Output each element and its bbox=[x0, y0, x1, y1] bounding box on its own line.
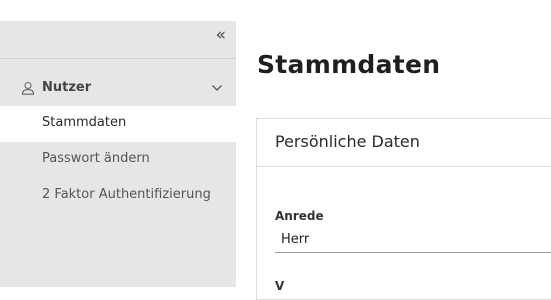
sidebar-divider bbox=[0, 58, 236, 59]
next-field-label: V bbox=[275, 279, 285, 293]
sidebar-group-label: Nutzer bbox=[42, 80, 92, 95]
sidebar-item-2fa[interactable]: 2 Faktor Authentifizierung bbox=[0, 178, 236, 214]
sidebar-item-label: Stammdaten bbox=[42, 115, 127, 130]
page-title: Stammdaten bbox=[257, 50, 441, 79]
user-icon bbox=[21, 81, 35, 95]
anrede-label: Anrede bbox=[275, 209, 324, 223]
sidebar-item-passwort-aendern[interactable]: Passwort ändern bbox=[0, 142, 236, 178]
chevron-down-icon[interactable] bbox=[211, 83, 223, 93]
card-title: Persönliche Daten bbox=[275, 132, 420, 151]
anrede-field[interactable] bbox=[275, 226, 551, 253]
sidebar-group-nutzer[interactable]: Nutzer bbox=[0, 77, 236, 99]
sidebar-item-stammdaten[interactable]: Stammdaten bbox=[0, 106, 236, 142]
sidebar-item-label: Passwort ändern bbox=[42, 151, 150, 166]
personal-data-card: Persönliche Daten Anrede V bbox=[256, 118, 551, 300]
double-chevron-left-icon[interactable]: « bbox=[216, 27, 226, 44]
card-header: Persönliche Daten bbox=[257, 119, 551, 167]
sidebar-item-label: 2 Faktor Authentifizierung bbox=[42, 187, 211, 202]
sidebar: « Nutzer Stammdaten Passwort ändern 2 Fa… bbox=[0, 21, 236, 287]
